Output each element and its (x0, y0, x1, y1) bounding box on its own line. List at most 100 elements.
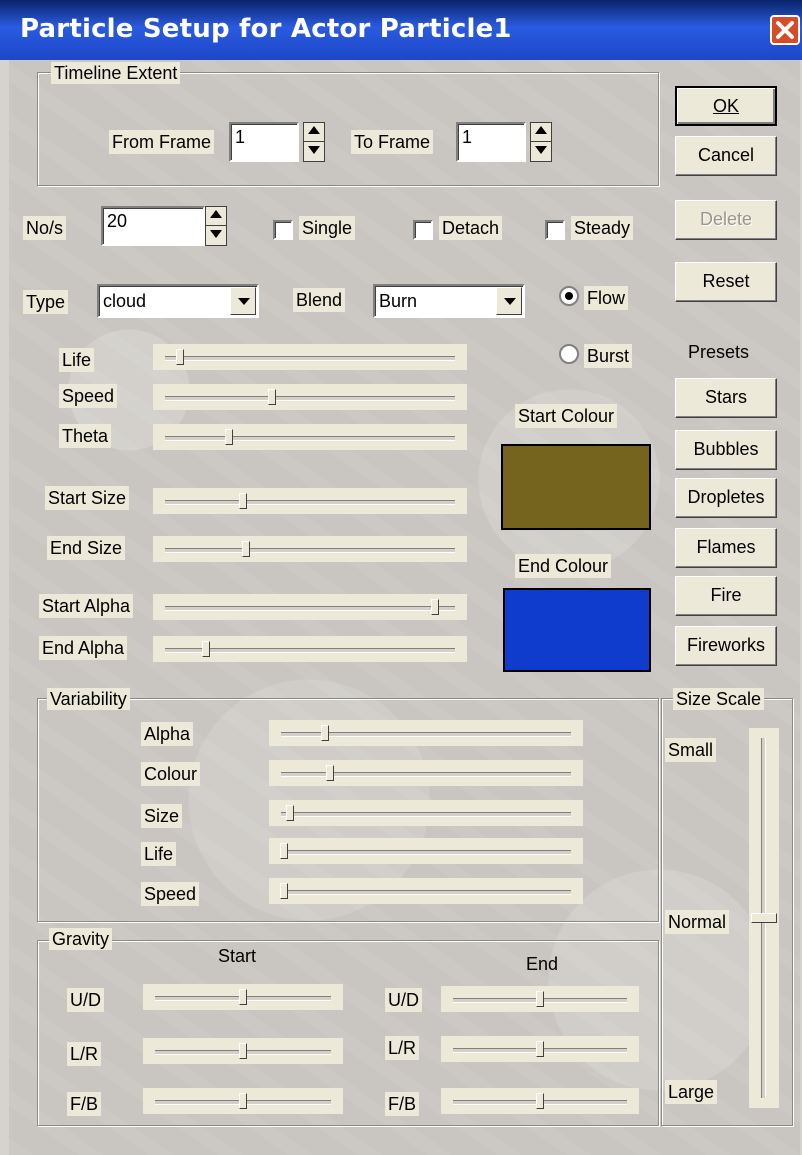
spin-down-icon[interactable] (206, 226, 226, 245)
spin-up-icon[interactable] (304, 123, 324, 142)
start-alpha-label: Start Alpha (39, 594, 134, 618)
flow-radio[interactable] (559, 286, 579, 306)
preset-fireworks-button[interactable]: Fireworks (675, 626, 777, 666)
slider-thumb[interactable] (224, 429, 233, 445)
gravity-start-ud-label: U/D (67, 988, 104, 1012)
slider-thumb[interactable] (239, 1093, 247, 1109)
type-dropdown[interactable]: cloud (97, 284, 259, 318)
blend-label: Blend (293, 288, 346, 312)
gravity-start-lr-label: L/R (67, 1042, 102, 1066)
gravity-start-ud-slider[interactable] (143, 984, 343, 1010)
var-alpha-slider[interactable] (269, 720, 583, 746)
gravity-start-fb-slider[interactable] (143, 1088, 343, 1114)
to-frame-spinner[interactable] (530, 122, 552, 162)
steady-label: Steady (571, 216, 634, 240)
cancel-button[interactable]: Cancel (675, 136, 777, 176)
slider-thumb[interactable] (430, 599, 439, 615)
slider-thumb[interactable] (175, 349, 184, 365)
end-alpha-slider[interactable] (153, 636, 467, 662)
detach-checkbox[interactable] (413, 220, 433, 240)
slider-thumb[interactable] (239, 989, 247, 1005)
preset-stars-button[interactable]: Stars (675, 378, 777, 418)
from-frame-spinner[interactable] (303, 122, 325, 162)
var-colour-slider[interactable] (269, 760, 583, 786)
var-life-slider[interactable] (269, 838, 583, 864)
burst-radio[interactable] (559, 344, 579, 364)
gravity-end-ud-slider[interactable] (441, 986, 639, 1012)
spin-down-icon[interactable] (304, 142, 324, 161)
spin-up-icon[interactable] (206, 207, 226, 226)
timeline-extent-label: Timeline Extent (51, 62, 181, 84)
slider-thumb[interactable] (326, 765, 335, 781)
from-frame-label: From Frame (109, 130, 214, 154)
start-size-slider[interactable] (153, 488, 467, 514)
burst-label: Burst (584, 344, 633, 368)
preset-fire-button[interactable]: Fire (675, 576, 777, 616)
reset-button[interactable]: Reset (675, 262, 777, 302)
slider-thumb[interactable] (285, 805, 294, 821)
gravity-start-fb-label: F/B (67, 1092, 102, 1116)
nos-spinner[interactable] (205, 206, 227, 246)
preset-flames-button[interactable]: Flames (675, 528, 777, 568)
end-colour-swatch[interactable] (503, 588, 651, 672)
single-label: Single (299, 216, 356, 240)
preset-bubbles-button[interactable]: Bubbles (675, 430, 777, 470)
slider-thumb[interactable] (242, 541, 251, 557)
title-bar[interactable]: Particle Setup for Actor Particle1 (0, 0, 802, 60)
end-size-slider[interactable] (153, 536, 467, 562)
gravity-end-lr-slider[interactable] (441, 1036, 639, 1062)
dialog-client-area: Timeline Extent From Frame 1 To Frame 1 … (9, 60, 800, 1155)
slider-thumb[interactable] (279, 843, 288, 859)
chevron-down-icon[interactable] (496, 287, 522, 315)
start-alpha-slider[interactable] (153, 594, 467, 620)
gravity-start-label: Start (218, 946, 257, 966)
close-button[interactable] (770, 15, 800, 45)
to-frame-label: To Frame (351, 130, 434, 154)
slider-thumb[interactable] (239, 493, 248, 509)
blend-dropdown[interactable]: Burn (373, 284, 525, 318)
life-slider[interactable] (153, 344, 467, 370)
steady-checkbox[interactable] (545, 220, 565, 240)
spin-up-icon[interactable] (531, 123, 551, 142)
size-scale-large-label: Large (665, 1080, 718, 1104)
delete-button[interactable]: Delete (675, 200, 777, 240)
slider-thumb[interactable] (751, 913, 777, 923)
var-size-slider[interactable] (269, 800, 583, 826)
slider-thumb[interactable] (279, 883, 288, 899)
slider-thumb[interactable] (320, 725, 329, 741)
spin-down-icon[interactable] (531, 142, 551, 161)
chevron-down-icon[interactable] (230, 287, 256, 315)
slider-thumb[interactable] (239, 1043, 247, 1059)
gravity-end-ud-label: U/D (385, 988, 422, 1012)
var-speed-slider[interactable] (269, 878, 583, 904)
nos-input[interactable]: 20 (101, 206, 205, 246)
speed-label: Speed (59, 384, 118, 408)
slider-thumb[interactable] (536, 991, 544, 1007)
theta-slider[interactable] (153, 424, 467, 450)
gravity-end-label: End (526, 954, 559, 974)
slider-thumb[interactable] (536, 1093, 544, 1109)
variability-label: Variability (47, 688, 130, 710)
ok-button[interactable]: OK (675, 86, 777, 126)
speed-slider[interactable] (153, 384, 467, 410)
nos-label: No/s (23, 216, 67, 240)
size-scale-slider[interactable] (749, 728, 779, 1108)
theta-label: Theta (59, 424, 112, 448)
type-value: cloud (103, 291, 147, 311)
var-speed-label: Speed (141, 882, 200, 906)
start-colour-swatch[interactable] (501, 444, 651, 530)
slider-thumb[interactable] (268, 389, 277, 405)
from-frame-input[interactable]: 1 (229, 122, 299, 162)
single-checkbox[interactable] (273, 220, 293, 240)
slider-thumb[interactable] (536, 1041, 544, 1057)
to-frame-input[interactable]: 1 (456, 122, 526, 162)
presets-label: Presets (688, 342, 750, 362)
size-scale-small-label: Small (665, 738, 717, 762)
slider-thumb[interactable] (201, 641, 210, 657)
var-alpha-label: Alpha (141, 722, 194, 746)
preset-dropletes-button[interactable]: Dropletes (675, 478, 777, 518)
window-title: Particle Setup for Actor Particle1 (20, 14, 512, 44)
timeline-extent-group (37, 72, 659, 186)
gravity-start-lr-slider[interactable] (143, 1038, 343, 1064)
gravity-end-fb-slider[interactable] (441, 1088, 639, 1114)
